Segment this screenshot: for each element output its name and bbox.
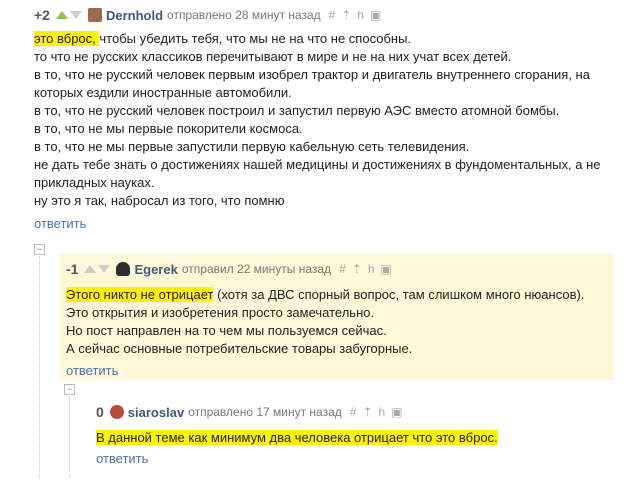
highlighted-text: это вброс, bbox=[34, 31, 100, 46]
comment-header: +2 Dernhold отправлено 28 минут назад # … bbox=[34, 6, 634, 24]
comment-line: не дать тебе знать о достижениях нашей м… bbox=[34, 157, 601, 172]
reply-link[interactable]: ответить bbox=[96, 451, 148, 466]
comment-line: Но пост направлен на то чем мы пользуемс… bbox=[66, 323, 387, 338]
parent-icon[interactable]: ⇡ bbox=[352, 262, 362, 276]
upvote-icon[interactable] bbox=[55, 11, 68, 19]
comment-score: +2 bbox=[34, 7, 50, 23]
permalink-icon[interactable]: # bbox=[329, 8, 336, 22]
highlighted-text: В данной теме как минимум два человека о… bbox=[96, 430, 498, 445]
save-icon[interactable]: ▣ bbox=[381, 262, 392, 276]
comment-line: то что не русских классиков перечитывают… bbox=[34, 49, 512, 64]
comment-timestamp: отправлено 17 минут назад bbox=[188, 405, 342, 419]
avatar[interactable] bbox=[116, 262, 131, 276]
thread-line bbox=[69, 396, 70, 478]
downvote-icon[interactable] bbox=[69, 11, 82, 19]
comment-body: Этого никто не отрицает (хотя за ДВС спо… bbox=[66, 286, 614, 358]
comment-header: 0 siaroslav отправлено 17 минут назад # … bbox=[96, 403, 616, 421]
comment-line: прикладных науках. bbox=[34, 175, 155, 190]
comment-line: А сейчас основные потребительские товары… bbox=[66, 341, 413, 356]
comment-line: это вброс, чтобы убедить тебя, что мы не… bbox=[34, 30, 634, 48]
comment-score: -1 bbox=[66, 261, 79, 277]
comment-line: Этого никто не отрицает (хотя за ДВС спо… bbox=[66, 286, 614, 304]
comment-body: это вброс, чтобы убедить тебя, что мы не… bbox=[34, 30, 634, 210]
collapse-toggle[interactable]: − bbox=[64, 384, 75, 395]
reply-link[interactable]: ответить bbox=[66, 363, 118, 378]
comment-header: -1 Egerek отправил 22 минуты назад # ⇡ h… bbox=[66, 260, 614, 278]
author-link[interactable]: Egerek bbox=[134, 262, 177, 277]
comment-line: Это открытия и изобретения просто замеча… bbox=[66, 305, 375, 320]
save-icon[interactable]: ▣ bbox=[391, 405, 402, 419]
thread-icon[interactable]: h bbox=[357, 8, 364, 22]
parent-icon[interactable]: ⇡ bbox=[341, 8, 351, 22]
parent-icon[interactable]: ⇡ bbox=[362, 405, 372, 419]
downvote-icon[interactable] bbox=[98, 265, 111, 273]
comment-line: ну это я так, набросал из того, что помн… bbox=[34, 193, 285, 208]
upvote-icon[interactable] bbox=[84, 265, 97, 273]
permalink-icon[interactable]: # bbox=[350, 405, 357, 419]
comment-egerek: -1 Egerek отправил 22 минуты назад # ⇡ h… bbox=[60, 254, 614, 380]
avatar[interactable] bbox=[87, 8, 102, 22]
comment-line: в то, что не мы первые запустили первую … bbox=[34, 139, 470, 154]
author-link[interactable]: Dernhold bbox=[106, 8, 163, 23]
comment-body: В данной теме как минимум два человека о… bbox=[96, 429, 616, 447]
comment-line: в то, что не мы первые покорители космос… bbox=[34, 121, 303, 136]
comment-line: которых ездили иностранные автомобили. bbox=[34, 85, 292, 100]
comment-timestamp: отправил 22 минуты назад bbox=[181, 262, 332, 276]
comment-line: в то, что не русский человек построил и … bbox=[34, 103, 560, 118]
comment-score: 0 bbox=[96, 404, 104, 420]
permalink-icon[interactable]: # bbox=[339, 262, 346, 276]
save-icon[interactable]: ▣ bbox=[370, 8, 381, 22]
highlighted-text: Этого никто не отрицает bbox=[66, 287, 214, 302]
author-link[interactable]: siaroslav bbox=[128, 405, 184, 420]
thread-line bbox=[39, 256, 40, 478]
comment-text: чтобы убедить тебя, что мы не на что не … bbox=[99, 31, 412, 46]
thread-icon[interactable]: h bbox=[379, 405, 386, 419]
avatar[interactable] bbox=[109, 405, 124, 419]
reply-link[interactable]: ответить bbox=[34, 216, 86, 231]
comment-siaroslav: 0 siaroslav отправлено 17 минут назад # … bbox=[96, 403, 616, 466]
comment-timestamp: отправлено 28 минут назад bbox=[167, 8, 321, 22]
thread-icon[interactable]: h bbox=[368, 262, 375, 276]
comment-text: (хотя за ДВС спорный вопрос, там слишком… bbox=[213, 287, 585, 302]
comment-dernhold: +2 Dernhold отправлено 28 минут назад # … bbox=[34, 6, 634, 231]
comment-line: в то, что не русский человек первым изоб… bbox=[34, 67, 590, 82]
collapse-toggle[interactable]: − bbox=[34, 244, 45, 255]
comment-line: В данной теме как минимум два человека о… bbox=[96, 429, 616, 447]
